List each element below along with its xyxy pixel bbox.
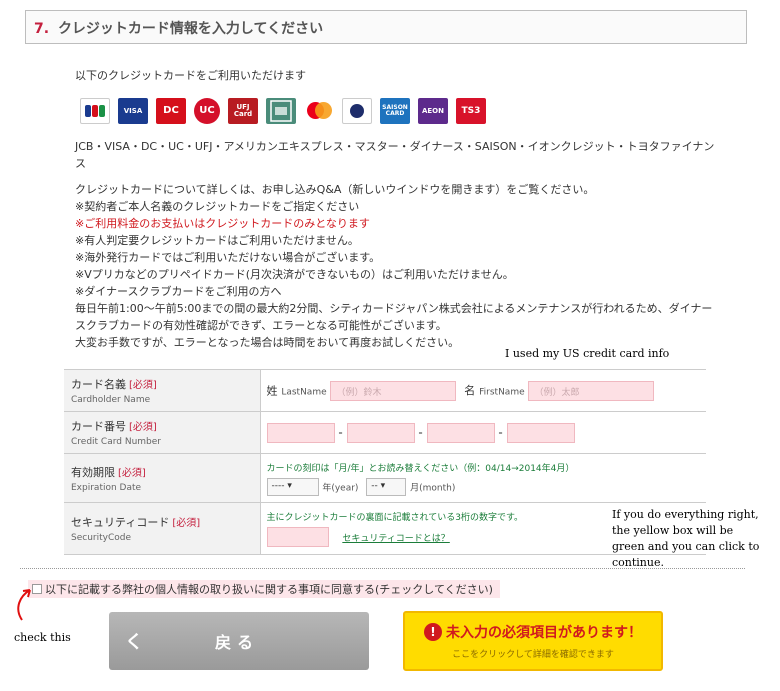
missing-fields-label: 未入力の必須項目があります！ bbox=[446, 625, 642, 641]
back-button-label: 戻る bbox=[215, 633, 260, 652]
chevron-left-icon: く bbox=[125, 632, 143, 653]
missing-fields-button[interactable]: ! 未入力の必須項目があります！ ここをクリックして詳細を確認できます bbox=[403, 611, 663, 671]
warning-icon: ! bbox=[424, 623, 442, 641]
back-button[interactable]: く 戻る bbox=[109, 612, 369, 670]
missing-fields-sublabel: ここをクリックして詳細を確認できます bbox=[452, 650, 614, 660]
annotation-check-this: check this bbox=[14, 631, 71, 644]
red-arrow-scribble bbox=[17, 589, 31, 621]
